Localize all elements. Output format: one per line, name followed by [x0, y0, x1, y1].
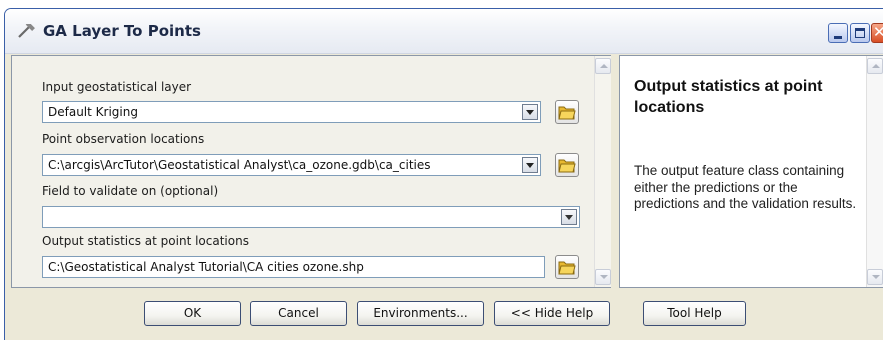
chevron-down-icon: [872, 275, 880, 279]
help-scrollbar[interactable]: [866, 56, 883, 287]
folder-open-icon: [558, 159, 576, 173]
validate-field-dropdown[interactable]: [561, 209, 577, 225]
help-scroll-down-button[interactable]: [867, 269, 883, 285]
folder-open-icon: [558, 261, 576, 275]
hammer-icon: [18, 24, 35, 38]
point-locations-value: C:\arcgis\ArcTutor\Geostatistical Analys…: [48, 158, 431, 172]
input-layer-browse-button[interactable]: [555, 100, 579, 124]
parameters-pane: Input geostatistical layer Default Krigi…: [11, 55, 611, 288]
output-stats-input[interactable]: C:\Geostatistical Analyst Tutorial\CA ci…: [42, 256, 545, 278]
close-button[interactable]: ✕: [871, 23, 883, 43]
chevron-up-icon: [872, 64, 880, 68]
environments-button[interactable]: Environments...: [357, 301, 484, 326]
folder-open-icon: [558, 106, 576, 120]
cancel-button[interactable]: Cancel: [250, 301, 347, 326]
point-locations-browse-button[interactable]: [555, 153, 579, 177]
help-scroll-up-button[interactable]: [867, 58, 883, 74]
chevron-down-icon: [526, 163, 534, 168]
point-locations-dropdown[interactable]: [522, 157, 538, 173]
window-title: GA Layer To Points: [43, 22, 201, 40]
input-layer-value: Default Kriging: [48, 105, 138, 119]
hide-help-button[interactable]: << Hide Help: [494, 301, 610, 326]
point-locations-label: Point observation locations: [42, 132, 205, 146]
chevron-down-icon: [565, 215, 573, 220]
output-stats-label: Output statistics at point locations: [42, 234, 249, 248]
help-title: Output statistics at point locations: [634, 78, 823, 116]
minimize-button[interactable]: [828, 23, 848, 43]
ok-button[interactable]: OK: [144, 301, 241, 326]
chevron-down-icon: [600, 275, 608, 279]
parameters-scrollbar[interactable]: [594, 56, 611, 287]
minimize-icon: [834, 36, 842, 39]
validate-field-select[interactable]: [42, 206, 580, 228]
input-layer-select[interactable]: Default Kriging: [42, 101, 541, 123]
close-icon: ✕: [873, 23, 883, 41]
scroll-down-button[interactable]: [595, 269, 611, 285]
chevron-up-icon: [600, 64, 608, 68]
dialog-window: GA Layer To Points ✕ Input geostatistica…: [4, 8, 883, 340]
title-bar[interactable]: GA Layer To Points ✕: [5, 9, 883, 54]
output-stats-value: C:\Geostatistical Analyst Tutorial\CA ci…: [48, 260, 364, 274]
chevron-down-icon: [526, 110, 534, 115]
help-body: The output feature class containing eith…: [634, 163, 857, 211]
input-layer-label: Input geostatistical layer: [42, 80, 192, 94]
input-layer-dropdown[interactable]: [522, 104, 538, 120]
help-pane: Output statistics at point locations The…: [619, 55, 883, 288]
maximize-icon: [855, 28, 865, 38]
button-bar: OK Cancel Environments... << Hide Help T…: [5, 292, 883, 340]
scroll-up-button[interactable]: [595, 58, 611, 74]
output-stats-browse-button[interactable]: [555, 255, 579, 279]
validate-field-label: Field to validate on (optional): [42, 184, 219, 198]
maximize-button[interactable]: [850, 23, 870, 43]
tool-help-button[interactable]: Tool Help: [643, 301, 746, 326]
point-locations-select[interactable]: C:\arcgis\ArcTutor\Geostatistical Analys…: [42, 154, 541, 176]
